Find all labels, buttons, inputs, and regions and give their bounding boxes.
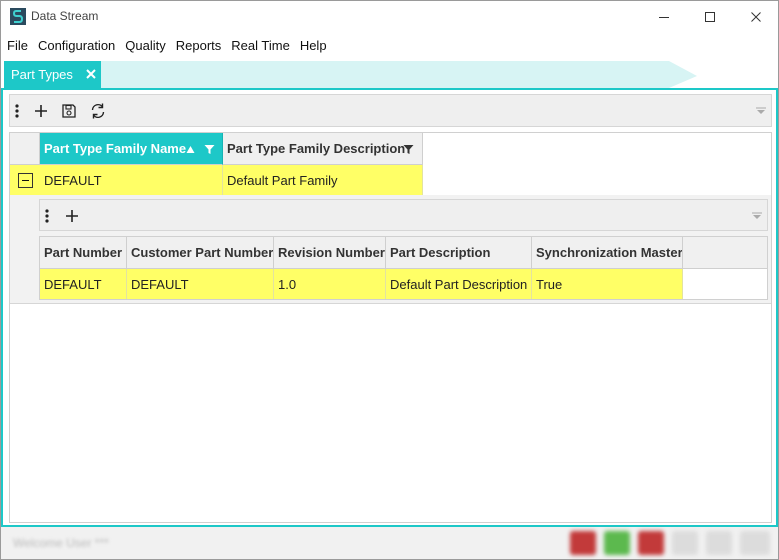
part-number-grid: Part Number Customer Part Number Revisio… [39,236,768,300]
menu-quality[interactable]: Quality [120,38,170,53]
column-header-part-number[interactable]: Part Number [40,237,127,269]
menu-file[interactable]: File [1,38,33,53]
column-label: Part Type Family Name [44,141,187,156]
cell-blank [683,269,767,299]
cell-synchronization-master[interactable]: True [532,269,683,299]
column-header-part-description[interactable]: Part Description [386,237,532,269]
tab-strip-ribbon [99,61,697,88]
column-header-synchronization-master[interactable]: Synchronization Master [532,237,683,269]
more-vertical-icon[interactable] [43,208,51,224]
add-icon[interactable] [64,208,80,224]
app-logo-icon [10,8,26,25]
menu-bar: File Configuration Quality Reports Real … [1,32,778,59]
close-icon [751,11,761,22]
menu-reports[interactable]: Reports [171,38,227,53]
add-icon[interactable] [33,103,49,119]
cell-part-number[interactable]: DEFAULT [40,269,127,299]
column-header-customer-part-number[interactable]: Customer Part Number [127,237,274,269]
cell-revision-number[interactable]: 1.0 [274,269,386,299]
app-window: Data Stream File Configuration Quality R… [0,0,779,560]
filter-icon[interactable] [403,144,414,155]
tab-part-types[interactable]: Part Types [4,61,101,88]
menu-real-time[interactable]: Real Time [226,38,295,53]
maximize-button[interactable] [687,1,733,32]
close-window-button[interactable] [733,1,779,32]
status-button-red[interactable] [570,531,596,555]
maximize-icon [705,11,715,22]
column-header-spacer [683,237,767,269]
status-button-grey[interactable] [672,531,698,555]
column-header-part-type-family-name[interactable]: Part Type Family Name [40,133,223,165]
cell-part-type-family-name[interactable]: DEFAULT [40,165,223,195]
column-label: Part Type Family Description [227,141,406,156]
menu-configuration[interactable]: Configuration [33,38,120,53]
column-header-revision-number[interactable]: Revision Number [274,237,386,269]
part-type-family-grid: Part Type Family Name Part Type Family D… [9,132,772,523]
minimize-button[interactable] [641,1,687,32]
minimize-icon [659,16,669,18]
main-toolbar [9,94,772,127]
detail-toolbar [39,199,768,231]
status-button-grey-2[interactable] [706,531,732,555]
menu-help[interactable]: Help [295,38,332,53]
save-icon[interactable] [61,103,77,119]
grid-indent-header [10,133,40,165]
more-vertical-icon[interactable] [13,103,21,119]
tab-label: Part Types [11,67,73,82]
status-button-green[interactable] [604,531,630,555]
cell-part-type-family-description[interactable]: Default Part Family [223,165,423,195]
filter-icon[interactable] [204,144,215,155]
column-header-part-type-family-description[interactable]: Part Type Family Description [223,133,423,165]
status-bar: Welcome User *** [1,527,778,559]
collapse-icon[interactable] [18,173,33,188]
cell-part-description[interactable]: Default Part Description [386,269,532,299]
cell-customer-part-number[interactable]: DEFAULT [127,269,274,299]
refresh-icon[interactable] [89,102,107,120]
status-text: Welcome User *** [13,536,109,550]
tab-close-icon[interactable] [84,67,98,81]
tab-strip: Part Types [1,60,778,88]
row-expander-cell [10,165,40,195]
dropdown-arrow-icon[interactable] [756,107,766,115]
status-button-grey-3[interactable] [740,531,770,555]
status-button-red-2[interactable] [638,531,664,555]
dropdown-arrow-icon[interactable] [752,212,762,220]
title-bar: Data Stream [1,1,778,32]
window-title: Data Stream [31,9,99,23]
sort-ascending-icon[interactable] [186,145,195,154]
